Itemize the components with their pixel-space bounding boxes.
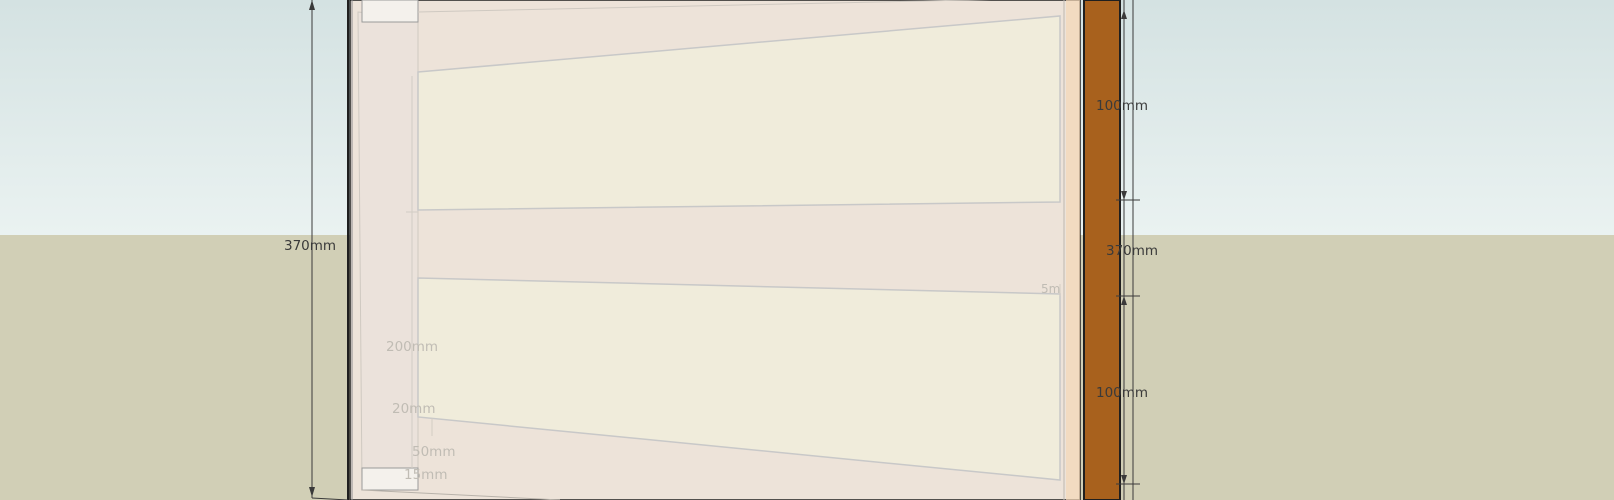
dim-label-left-370: 370mm [284,238,337,254]
side-shading-right [1066,0,1080,500]
dim-label-right-370: 370mm [1106,243,1159,259]
dim-label-inner-50: 50mm [412,444,456,460]
viewport-scene [0,0,1614,500]
top-left-cleat [361,0,419,23]
box-model[interactable] [349,0,1081,500]
dim-label-right-100-bottom: 100mm [1096,385,1149,401]
dim-label-inner-small: 5m [1041,282,1061,296]
dim-label-inner-15: 15mm [404,467,448,483]
dim-label-inner-20: 20mm [392,401,436,417]
dim-label-right-100-top: 100mm [1096,98,1149,114]
dim-label-inner-200: 200mm [386,339,439,355]
